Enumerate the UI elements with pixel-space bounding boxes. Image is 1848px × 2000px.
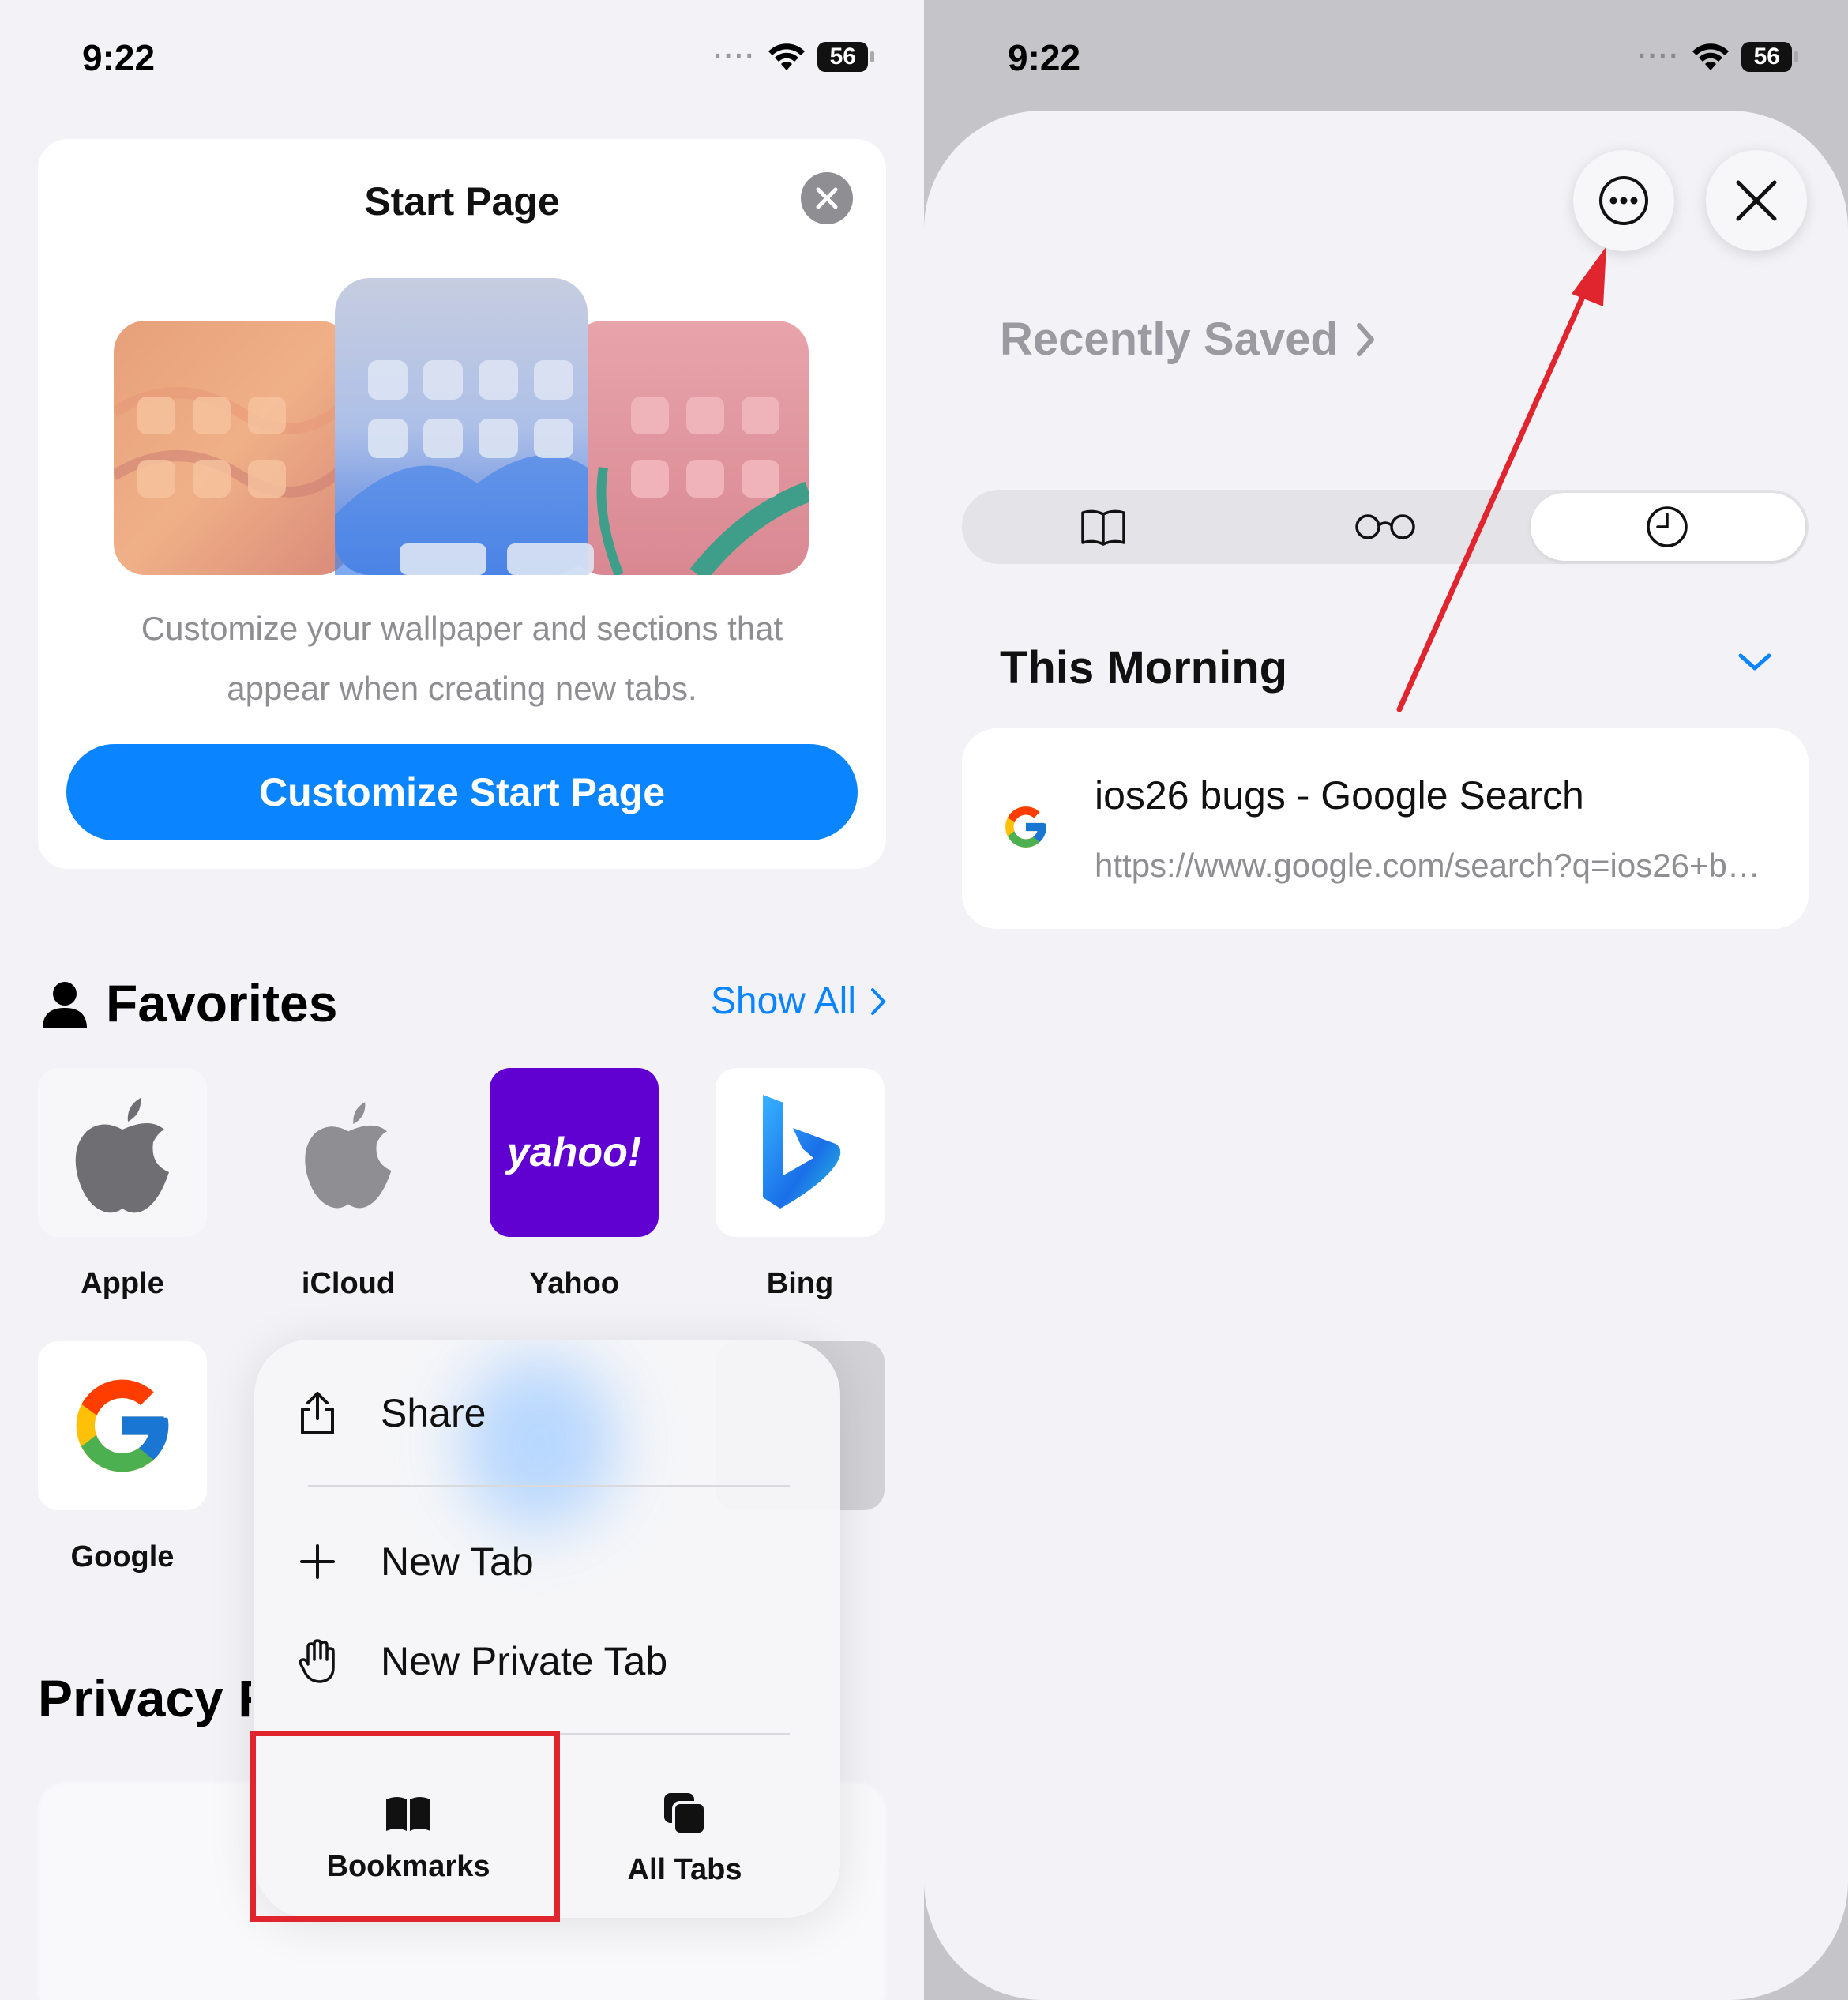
favorite-label: Google [70,1540,175,1573]
favorites-header: Favorites Show All [41,970,886,1041]
all-tabs-button[interactable]: All Tabs [547,1768,823,1910]
tabs-icon [664,1792,707,1836]
menu-item-share[interactable]: Share [254,1370,840,1457]
status-icons: ···· 56 [714,41,875,72]
bing-logo-icon [763,1095,841,1209]
section-title: This Morning [1000,642,1288,694]
wifi-icon [1692,43,1730,70]
privacy-report-title: Privacy R [38,1669,251,1727]
wallpaper-illustration [114,278,809,575]
menu-divider [308,1485,790,1487]
close-button[interactable] [801,172,853,224]
close-icon [1736,180,1777,221]
segment-history[interactable] [1526,490,1808,564]
apple-logo-icon [305,1102,392,1209]
close-icon [816,187,838,209]
favorite-yahoo[interactable]: yahoo! Yahoo [490,1068,669,1301]
yahoo-logo: yahoo! [506,1130,642,1175]
battery-icon: 56 [1741,41,1799,72]
start-page-title: Start Page [364,179,560,224]
history-item[interactable]: ios26 bugs - Google Search https://www.g… [962,728,1809,929]
chevron-right-icon [1356,322,1374,356]
google-logo-icon [76,1379,169,1472]
right-screen: 9:22 ···· 56 Recently Saved This Morning… [924,0,1848,2000]
wifi-icon [768,43,806,70]
favorite-label: Yahoo [528,1267,620,1300]
start-page-card: Start Page Customize your wallpaper and … [38,139,886,869]
segment-bookmarks[interactable] [962,490,1244,564]
menu-item-label: Share [381,1391,486,1435]
battery-icon: 56 [817,41,875,72]
history-item-title: ios26 bugs - Google Search [1095,773,1584,818]
apple-tile [38,1068,207,1237]
signal-icon: ···· [714,41,757,71]
segmented-control [962,490,1809,564]
reading-list-icon [1354,514,1415,539]
chevron-right-icon [871,987,886,1015]
close-button[interactable] [1706,150,1807,251]
annotation-highlight-box [250,1731,560,1922]
status-time: 9:22 [1008,37,1081,78]
favorite-label: Apple [81,1267,164,1300]
show-all-link[interactable]: Show All [711,979,886,1023]
favorite-apple[interactable]: Apple [38,1068,217,1301]
favorites-title: Favorites [106,974,338,1032]
icloud-tile [264,1068,433,1237]
menu-item-label: New Private Tab [381,1639,668,1683]
person-icon [43,982,87,1028]
apple-logo-icon [75,1098,169,1213]
all-tabs-label: All Tabs [627,1852,742,1886]
left-screen: 9:22 ···· 56 Start Page Customize your w… [0,0,924,2000]
favorite-icloud[interactable]: iCloud [264,1068,443,1301]
history-icon [1646,506,1688,547]
recently-saved-link[interactable]: Recently Saved [1000,313,1375,366]
menu-item-new-tab[interactable]: New Tab [254,1518,840,1605]
bookmarks-sheet: Recently Saved This Morning ios26 bugs -… [924,111,1848,2000]
share-icon [301,1392,334,1434]
google-tile [38,1341,207,1510]
ellipsis-circle-icon [1599,176,1648,225]
signal-icon: ···· [1638,41,1681,71]
google-favicon-icon [1005,806,1046,848]
status-time: 9:22 [82,37,156,78]
start-page-description: Customize your wallpaper and sections th… [141,610,783,707]
more-button[interactable] [1573,150,1674,251]
favorite-bing[interactable]: Bing [716,1068,895,1301]
customize-start-page-button[interactable]: Customize Start Page [66,744,858,840]
favorite-google[interactable]: Google [38,1341,217,1574]
history-item-url: https://www.google.com/search?q=ios26+bu… [1095,847,1774,884]
status-icons: ···· 56 [1638,41,1799,72]
show-all-label: Show All [710,980,856,1022]
segment-reading-list[interactable] [1244,490,1526,564]
plus-icon [300,1544,335,1579]
recently-saved-label: Recently Saved [1000,314,1339,365]
favorite-label: iCloud [301,1267,396,1300]
chevron-down-icon[interactable] [1737,651,1772,673]
bing-tile [716,1068,885,1237]
favorite-label: Bing [766,1267,834,1300]
yahoo-tile: yahoo! [490,1068,659,1237]
menu-item-new-private-tab[interactable]: New Private Tab [254,1618,840,1705]
menu-item-label: New Tab [381,1539,534,1584]
hand-icon [299,1639,335,1683]
bookmarks-icon [1080,509,1125,546]
